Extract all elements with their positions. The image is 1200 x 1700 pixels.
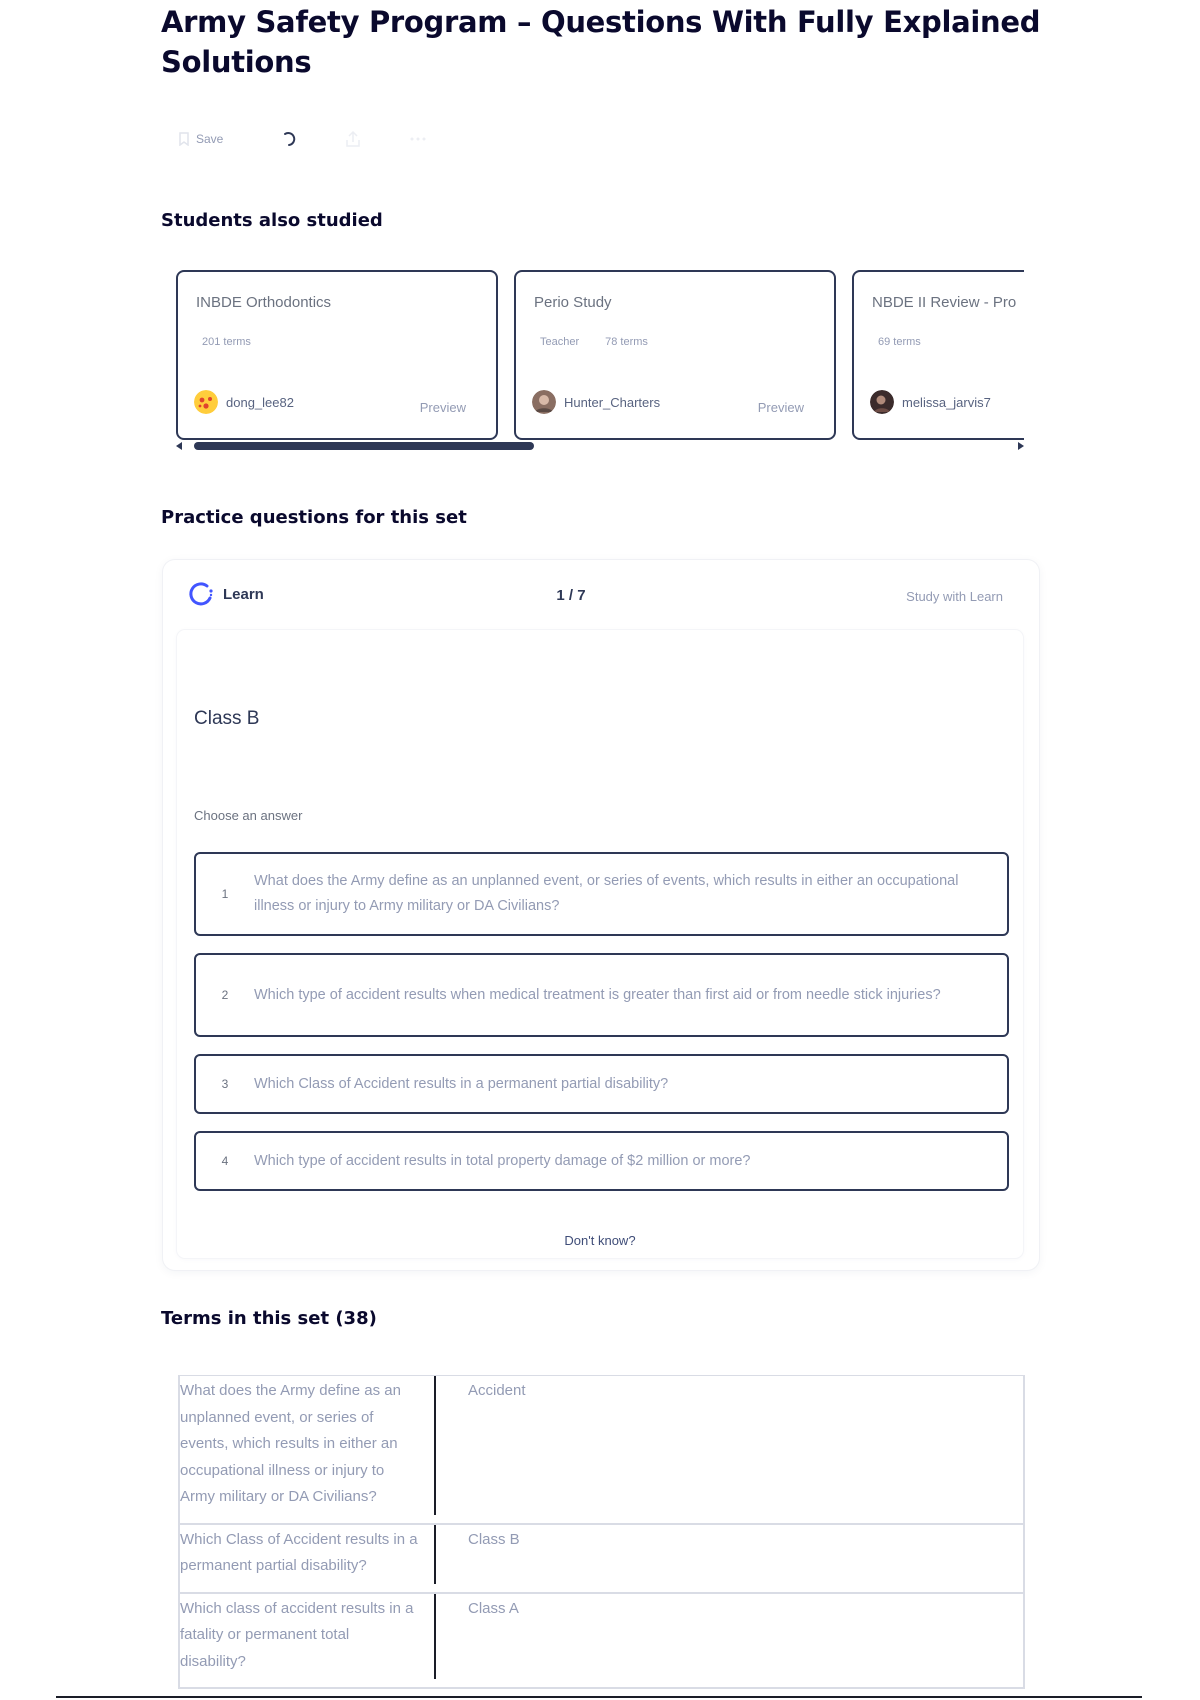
learn-panel: Learn 1 / 7 Study with Learn Class B Cho… bbox=[163, 560, 1039, 1270]
card-meta: 201 terms bbox=[202, 336, 251, 348]
option-number: 2 bbox=[221, 988, 229, 1002]
preview-button[interactable]: Preview bbox=[420, 400, 466, 415]
term-row: What does the Army define as an unplanne… bbox=[180, 1376, 1023, 1525]
dont-know-button[interactable]: Don't know? bbox=[177, 1233, 1023, 1248]
question-prompt: Class B bbox=[194, 708, 260, 729]
scrollbar-thumb[interactable] bbox=[194, 442, 534, 450]
card-teacher-badge: Teacher bbox=[540, 336, 580, 348]
card-terms: 69 terms bbox=[878, 336, 921, 348]
students-also-studied-heading: Students also studied bbox=[161, 210, 383, 231]
more-button[interactable] bbox=[409, 136, 427, 142]
card-terms: 78 terms bbox=[605, 336, 648, 348]
card-title: INBDE Orthodontics bbox=[196, 294, 332, 311]
card-terms: 201 terms bbox=[202, 336, 251, 348]
author-name: Hunter_Charters bbox=[564, 394, 661, 410]
option-number: 1 bbox=[221, 887, 229, 901]
loading-spinner-icon bbox=[284, 132, 296, 146]
option-text: Which type of accident results in total … bbox=[254, 1152, 751, 1169]
option-text: Which type of accident results when medi… bbox=[254, 986, 941, 1003]
option-number: 4 bbox=[221, 1154, 229, 1168]
question-card: Class B Choose an answer 1 What does the… bbox=[177, 630, 1023, 1258]
author-name: dong_lee82 bbox=[226, 394, 294, 410]
card-author[interactable]: Hunter_Charters bbox=[532, 390, 660, 414]
option-text: Which Class of Accident results in a per… bbox=[254, 1075, 669, 1092]
terms-table: What does the Army define as an unplanne… bbox=[178, 1375, 1025, 1689]
definition-text: Accident bbox=[468, 1382, 526, 1399]
carousel-scrollbar[interactable] bbox=[176, 440, 1024, 452]
term-row: Which Class of Accident results in a per… bbox=[180, 1524, 1023, 1594]
learn-icon bbox=[189, 582, 213, 606]
more-icon bbox=[410, 137, 426, 141]
save-label: Save bbox=[196, 132, 224, 146]
save-button[interactable]: Save bbox=[178, 132, 223, 146]
avatar bbox=[194, 390, 218, 414]
definition-text: Class B bbox=[468, 1530, 520, 1548]
term-row: Which class of accident results in a fat… bbox=[180, 1593, 1023, 1688]
learn-brand: Learn bbox=[187, 580, 264, 608]
option-text: What does the Army define as an unplanne… bbox=[254, 873, 959, 914]
share-button[interactable] bbox=[345, 130, 361, 148]
loading-indicator bbox=[281, 131, 297, 147]
action-bar: Save bbox=[178, 124, 475, 154]
term-text: What does the Army define as an unplanne… bbox=[180, 1376, 436, 1523]
choose-answer-label: Choose an answer bbox=[194, 808, 303, 823]
dont-know-label[interactable]: Don't know? bbox=[564, 1233, 635, 1248]
option-number: 3 bbox=[221, 1077, 229, 1091]
avatar bbox=[532, 390, 556, 414]
chevron-right-icon[interactable] bbox=[1018, 442, 1024, 450]
study-set-card[interactable]: Perio Study Teacher 78 terms Hunter_Chart… bbox=[514, 270, 836, 440]
card-meta: 69 terms bbox=[878, 336, 921, 348]
study-set-card[interactable]: INBDE Orthodontics 201 terms dong_lee82 … bbox=[176, 270, 498, 440]
terms-in-set-heading: Terms in this set (38) bbox=[161, 1308, 377, 1329]
bottom-divider bbox=[56, 1696, 1142, 1698]
card-title: Perio Study bbox=[534, 294, 612, 311]
answer-option[interactable]: 4 Which type of accident results in tota… bbox=[194, 1131, 1009, 1191]
card-title: NBDE II Review - Pro bbox=[872, 294, 1017, 311]
learn-header: Learn 1 / 7 Study with Learn bbox=[187, 580, 1003, 614]
practice-questions-heading: Practice questions for this set bbox=[161, 507, 467, 528]
card-author[interactable]: dong_lee82 bbox=[194, 390, 294, 414]
preview-button[interactable]: Preview bbox=[758, 400, 804, 415]
card-author[interactable]: melissa_jarvis7 bbox=[870, 390, 991, 414]
share-icon bbox=[346, 130, 361, 147]
term-text: Which class of accident results in a fat… bbox=[180, 1593, 436, 1688]
answer-option[interactable]: 1 What does the Army define as an unplan… bbox=[194, 852, 1009, 936]
avatar bbox=[870, 390, 894, 414]
definition-text: Class A bbox=[468, 1599, 519, 1617]
question-progress: 1 / 7 bbox=[556, 587, 586, 604]
page-title: Army Safety Program – Questions With Ful… bbox=[161, 5, 1041, 79]
answer-option[interactable]: 2 Which type of accident results when me… bbox=[194, 953, 1009, 1037]
term-text: Which Class of Accident results in a per… bbox=[180, 1524, 436, 1592]
learn-label: Learn bbox=[223, 585, 264, 603]
studied-carousel: INBDE Orthodontics 201 terms dong_lee82 … bbox=[176, 270, 1024, 446]
card-meta: Teacher 78 terms bbox=[540, 336, 648, 348]
study-with-learn-link[interactable]: Study with Learn bbox=[906, 589, 1003, 604]
answer-option[interactable]: 3 Which Class of Accident results in a p… bbox=[194, 1054, 1009, 1114]
chevron-left-icon[interactable] bbox=[176, 442, 182, 450]
study-set-card[interactable]: NBDE II Review - Pro 69 terms melissa_ja… bbox=[852, 270, 1024, 440]
author-name: melissa_jarvis7 bbox=[902, 394, 991, 410]
save-icon bbox=[179, 132, 189, 146]
